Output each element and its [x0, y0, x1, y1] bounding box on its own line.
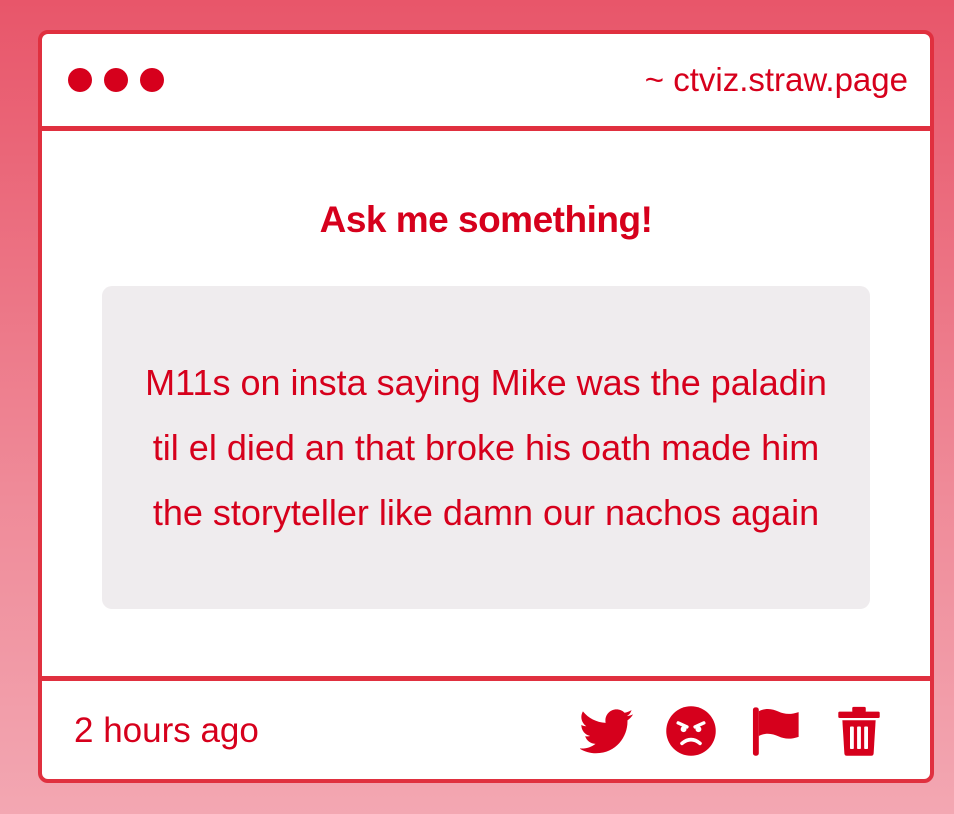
- window-dot-2: [104, 68, 128, 92]
- window-controls: [68, 68, 164, 92]
- question-text: M11s on insta saying Mike was the paladi…: [145, 362, 827, 533]
- page-title: Ask me something!: [319, 199, 653, 240]
- post-footer: 2 hours ago: [42, 681, 930, 780]
- trash-icon[interactable]: [832, 704, 886, 758]
- window-titlebar: ~ ctviz.straw.page: [42, 34, 930, 131]
- post-card: ~ ctviz.straw.page Ask me something! M11…: [38, 30, 934, 783]
- action-bar: [580, 704, 886, 758]
- site-url[interactable]: ~ ctviz.straw.page: [645, 61, 908, 99]
- twitter-icon[interactable]: [580, 704, 634, 758]
- timestamp: 2 hours ago: [74, 710, 259, 750]
- window-dot-1: [68, 68, 92, 92]
- window-dot-3: [140, 68, 164, 92]
- angry-face-icon[interactable]: [664, 704, 718, 758]
- post-content: Ask me something! M11s on insta saying M…: [42, 131, 930, 681]
- flag-icon[interactable]: [748, 704, 802, 758]
- question-bubble: M11s on insta saying Mike was the paladi…: [102, 286, 870, 609]
